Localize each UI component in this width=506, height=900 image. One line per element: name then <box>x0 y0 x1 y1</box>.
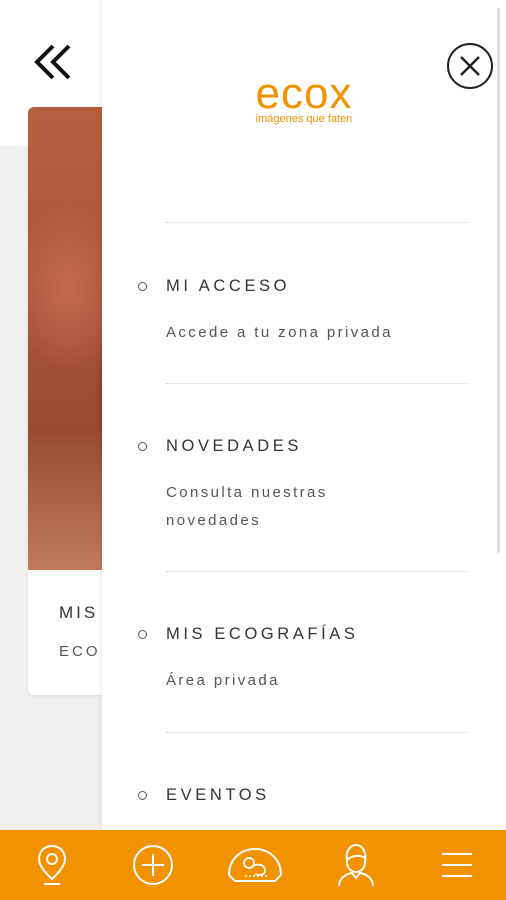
menu-item-label: EVENTOS <box>166 786 270 804</box>
menu-item-description: Accede a tu zona privada <box>166 324 393 341</box>
card-title: MIS <box>59 603 99 622</box>
nav-profile-button[interactable] <box>333 842 379 888</box>
menu-item-description: Consulta nuestras novedades <box>166 484 328 529</box>
bullet-icon <box>138 442 147 451</box>
nav-location-button[interactable] <box>29 842 75 888</box>
menu-item-mis-ecografias[interactable]: MIS ECOGRAFÍAS Área privada <box>138 625 468 691</box>
menu-item-label: MI ACCESO <box>166 277 291 295</box>
card-subtitle: ECO <box>59 643 101 660</box>
back-button[interactable] <box>28 40 78 84</box>
ultrasound-icon <box>227 847 283 882</box>
side-drawer: ecox imágenes que faten MI ACCESO Accede… <box>102 0 506 830</box>
menu-divider <box>166 732 468 733</box>
nav-menu-button[interactable] <box>434 842 480 888</box>
bullet-icon <box>138 282 147 291</box>
hamburger-menu-icon <box>442 853 472 877</box>
bottom-navigation-bar <box>0 830 506 900</box>
menu-item-mi-acceso[interactable]: MI ACCESO Accede a tu zona privada <box>138 277 468 341</box>
menu-item-label: MIS ECOGRAFÍAS <box>166 625 359 643</box>
double-chevron-left-icon <box>34 44 71 80</box>
bullet-icon <box>138 791 147 800</box>
bullet-icon <box>138 630 147 639</box>
profile-woman-icon <box>338 843 374 887</box>
nav-ultrasound-button[interactable] <box>225 842 285 888</box>
add-circle-icon <box>133 845 173 885</box>
menu-divider <box>166 571 468 572</box>
logo-wordmark: ecox <box>255 69 353 118</box>
close-button[interactable] <box>447 43 493 89</box>
menu-item-description: Área privada <box>166 672 280 689</box>
drawer-scrollbar[interactable] <box>497 8 500 553</box>
menu-item-label: NOVEDADES <box>166 437 303 455</box>
logo-tagline: imágenes que faten <box>255 113 353 125</box>
menu-item-novedades[interactable]: NOVEDADES Consulta nuestras novedades <box>138 437 468 533</box>
nav-add-button[interactable] <box>130 842 176 888</box>
menu-item-eventos[interactable]: EVENTOS <box>138 786 468 816</box>
location-pin-icon <box>37 844 67 885</box>
menu-divider <box>166 222 468 223</box>
menu-divider <box>166 383 468 384</box>
close-icon <box>460 56 480 76</box>
ecox-logo: ecox imágenes que faten <box>242 72 366 132</box>
